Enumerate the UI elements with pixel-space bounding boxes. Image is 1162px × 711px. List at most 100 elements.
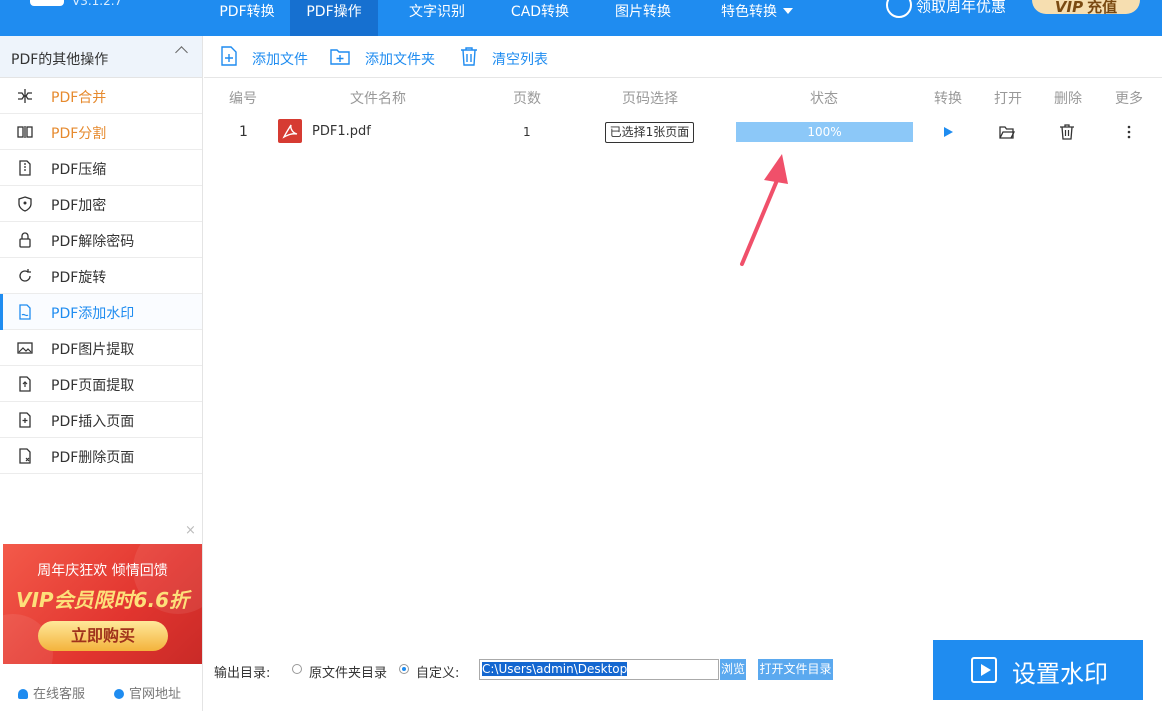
tab-featured-convert-label: 特色转换: [721, 4, 777, 20]
sidebar-item-label: PDF压缩: [51, 162, 107, 178]
tab-pdf-convert[interactable]: PDF转换: [204, 0, 290, 36]
chevron-up-icon: [175, 46, 188, 59]
column-header-index: 编号: [229, 91, 257, 107]
file-toolbar: 添加文件 添加文件夹 清空列表: [204, 36, 1162, 78]
radio-original-folder[interactable]: [292, 664, 302, 674]
anniversary-promo-link[interactable]: 领取周年优惠: [886, 0, 1006, 20]
annotation-arrow-icon: [740, 154, 788, 266]
watermark-icon: [19, 304, 31, 320]
browse-button[interactable]: 浏览: [720, 659, 746, 680]
buy-now-button[interactable]: 立即购买: [38, 621, 168, 651]
page-delete-icon: [19, 448, 31, 464]
row-filename: PDF1.pdf: [312, 124, 371, 139]
ad-close-icon[interactable]: ×: [185, 523, 196, 538]
tab-cad-convert[interactable]: CAD转换: [497, 0, 583, 36]
column-header-page-select: 页码选择: [622, 91, 678, 107]
sidebar-header[interactable]: PDF的其他操作: [0, 36, 202, 78]
sidebar-item-pdf-delete-page[interactable]: PDF删除页面: [0, 438, 202, 474]
service-icon: [18, 689, 28, 699]
tab-pdf-operations[interactable]: PDF操作: [290, 0, 378, 36]
image-icon: [17, 342, 33, 354]
promo-banner[interactable]: 周年庆狂欢 倾情回馈 VIP会员限时6.6折 立即购买: [3, 544, 202, 664]
sidebar: PDF的其他操作 PDF合并 PDF分割 PDF压缩 PDF加密 PDF解除密码…: [0, 36, 203, 711]
sidebar-item-pdf-merge[interactable]: PDF合并: [0, 78, 202, 114]
app-version: V3.1.2.7: [72, 0, 123, 8]
vip-label: VIP: [1054, 0, 1084, 16]
sidebar-footer: 在线客服 官网地址: [0, 676, 203, 706]
add-folder-label: 添加文件夹: [365, 52, 435, 68]
radio-original-folder-label[interactable]: 原文件夹目录: [309, 662, 387, 681]
tab-featured-convert[interactable]: 特色转换: [712, 0, 802, 36]
sidebar-item-label: PDF旋转: [51, 270, 107, 286]
sidebar-item-pdf-insert-page[interactable]: PDF插入页面: [0, 402, 202, 438]
sidebar-item-label: PDF解除密码: [51, 234, 135, 250]
sidebar-item-pdf-add-watermark[interactable]: PDF添加水印: [0, 294, 202, 330]
online-service-link[interactable]: 在线客服: [18, 683, 85, 702]
sidebar-item-pdf-compress[interactable]: PDF压缩: [0, 150, 202, 186]
page-select-button[interactable]: 已选择1张页面: [605, 122, 694, 143]
tab-text-ocr[interactable]: 文字识别: [395, 0, 479, 36]
output-settings: 输出目录: 原文件夹目录 自定义: C:\Users\admin\Desktop…: [204, 650, 934, 690]
add-file-icon: [221, 46, 237, 66]
sidebar-item-pdf-remove-password[interactable]: PDF解除密码: [0, 222, 202, 258]
output-path-input[interactable]: C:\Users\admin\Desktop: [479, 659, 719, 680]
online-service-label: 在线客服: [33, 687, 86, 702]
delete-icon[interactable]: [1059, 124, 1075, 140]
promo-label: 领取周年优惠: [916, 0, 1007, 16]
table-row[interactable]: 1 PDF1.pdf 1 已选择1张页面 100%: [204, 116, 1162, 148]
set-watermark-button[interactable]: 设置水印: [933, 640, 1143, 700]
column-header-status: 状态: [810, 91, 838, 107]
split-icon: [17, 126, 33, 138]
page-extract-icon: [19, 376, 31, 392]
clear-list-button[interactable]: 清空列表: [460, 36, 560, 78]
ie-icon: [114, 689, 124, 699]
sidebar-item-pdf-split[interactable]: PDF分割: [0, 114, 202, 150]
pdf-file-icon: [278, 119, 302, 143]
radio-custom-folder[interactable]: [399, 664, 409, 674]
output-dir-label: 输出目录:: [214, 666, 271, 681]
add-folder-button[interactable]: 添加文件夹: [330, 36, 442, 78]
column-header-delete: 删除: [1054, 91, 1082, 107]
table-header: 编号 文件名称 页数 页码选择 状态 转换 打开 删除 更多: [204, 86, 1162, 108]
sidebar-item-pdf-rotate[interactable]: PDF旋转: [0, 258, 202, 294]
sidebar-item-pdf-encrypt[interactable]: PDF加密: [0, 186, 202, 222]
open-output-dir-button[interactable]: 打开文件目录: [758, 659, 833, 680]
sidebar-item-label: PDF删除页面: [51, 450, 135, 466]
page-insert-icon: [19, 412, 31, 428]
open-folder-icon[interactable]: [999, 124, 1015, 140]
add-folder-icon: [330, 49, 350, 65]
add-file-button[interactable]: 添加文件: [220, 36, 320, 78]
column-header-convert: 转换: [934, 91, 962, 107]
banner-discount: VIP会员限时6.6折: [15, 588, 189, 612]
set-watermark-label: 设置水印: [1012, 660, 1108, 688]
play-box-icon: [971, 657, 997, 683]
radio-custom-folder-label[interactable]: 自定义:: [416, 662, 459, 681]
sidebar-item-pdf-page-extract[interactable]: PDF页面提取: [0, 366, 202, 402]
sidebar-item-label: PDF添加水印: [51, 306, 135, 322]
recharge-label: 充值: [1087, 0, 1118, 16]
status-progress-bar: 100%: [736, 122, 913, 142]
website-link[interactable]: 官网地址: [114, 683, 181, 702]
rotate-icon: [19, 269, 31, 282]
play-icon[interactable]: [940, 124, 956, 140]
row-index: 1: [239, 124, 248, 140]
column-header-more: 更多: [1115, 91, 1143, 107]
caret-down-icon: [783, 8, 793, 14]
column-header-open: 打开: [994, 91, 1022, 107]
tab-image-convert[interactable]: 图片转换: [601, 0, 685, 36]
sidebar-item-label: PDF合并: [51, 90, 107, 106]
website-label: 官网地址: [129, 687, 182, 702]
sidebar-item-label: PDF分割: [51, 126, 107, 142]
sidebar-item-pdf-image-extract[interactable]: PDF图片提取: [0, 330, 202, 366]
status-progress-text: 100%: [807, 125, 842, 139]
shield-icon: [18, 196, 32, 212]
banner-headline: 周年庆狂欢 倾情回馈: [37, 563, 168, 579]
trash-icon: [461, 47, 477, 66]
sidebar-item-label: PDF加密: [51, 198, 107, 214]
vip-recharge-button[interactable]: VIP 充值: [1032, 0, 1140, 16]
column-header-filename: 文件名称: [350, 91, 406, 107]
more-options-icon[interactable]: [1121, 124, 1137, 140]
sidebar-item-label: PDF页面提取: [51, 378, 135, 394]
sidebar-header-title: PDF的其他操作: [11, 52, 109, 68]
add-file-label: 添加文件: [252, 52, 308, 68]
